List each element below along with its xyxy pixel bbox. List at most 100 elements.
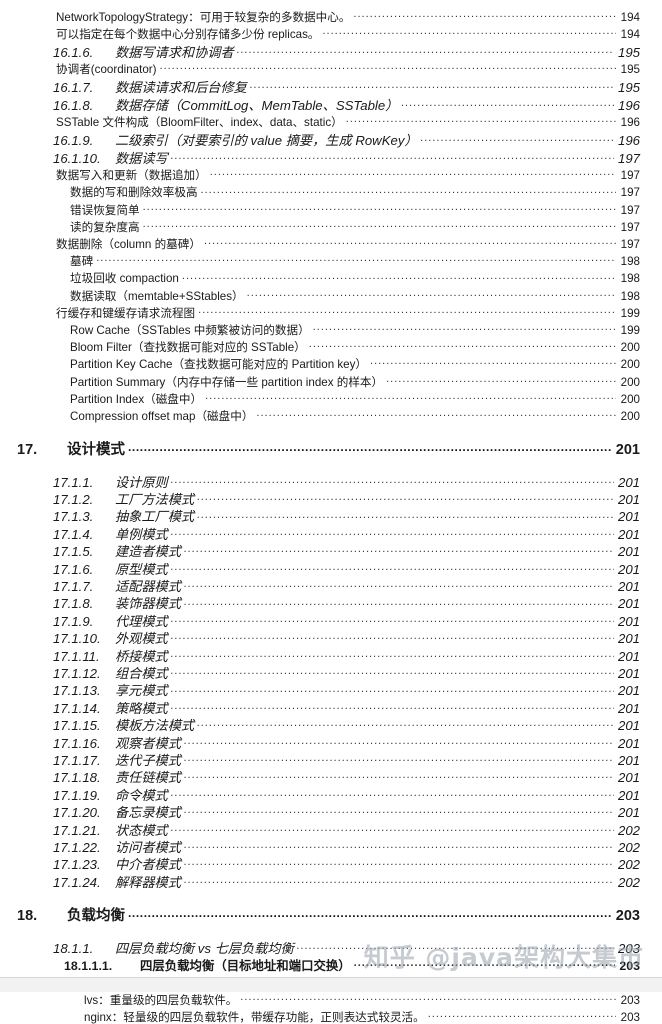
toc-entry[interactable]: 数据删除（column 的墓碑） 197	[0, 236, 662, 250]
toc-entry[interactable]: 17.1.3. 抽象工厂模式 201	[0, 508, 662, 524]
toc-entry[interactable]: 17.1.5. 建造者模式 201	[0, 543, 662, 558]
toc-entry-page-number: 200	[620, 375, 640, 389]
toc-entry[interactable]: 16.1.9. 二级索引（对要索引的 value 摘要，生成 RowKey） 196	[0, 132, 662, 147]
toc-entry-page-number: 201	[617, 561, 640, 577]
toc-entry[interactable]: Partition Key Cache（查找数据可能对应的 Partition …	[0, 357, 662, 371]
toc-entry[interactable]: 17.1.18. 责任链模式 201	[0, 769, 662, 784]
toc-entry[interactable]: 17.1.22. 访问者模式 202	[0, 839, 662, 854]
toc-entry[interactable]: 18.1.1.1. 四层负载均衡（目标地址和端口交换） 203	[0, 957, 662, 972]
dot-leader	[197, 491, 614, 504]
toc-entry[interactable]: 17.1.4. 单例模式 201	[0, 526, 662, 541]
toc-entry[interactable]: 16.1.7. 数据读请求和后台修复 195	[0, 79, 662, 94]
toc-entry[interactable]: 16.1.10. 数据读写 197	[0, 149, 662, 166]
toc-entry[interactable]: 18. 负载均衡 203	[0, 906, 662, 924]
toc-entry[interactable]: 协调者(coordinator) 195	[0, 62, 662, 76]
toc-entry-page-number: 201	[617, 805, 640, 821]
toc-entry[interactable]: 17.1.9. 代理模式 201	[0, 613, 662, 628]
toc-entry-label: 外观模式	[115, 631, 168, 647]
toc-entry[interactable]: 17.1.2. 工厂方法模式 201	[0, 491, 662, 506]
dot-leader	[184, 734, 614, 747]
toc-entry[interactable]: 17.1.15. 模板方法模式 201	[0, 717, 662, 732]
toc-entry-page-number: 201	[615, 442, 640, 459]
toc-entry[interactable]: SSTable 文件构成（BloomFilter、index、data、stat…	[0, 115, 662, 129]
toc-entry[interactable]: lvs：重量级的四层负载软件。 203	[0, 992, 662, 1006]
dot-leader	[428, 1009, 616, 1021]
toc-entry-page-number: 201	[617, 492, 640, 508]
dot-leader	[197, 717, 614, 730]
dot-leader	[171, 613, 614, 626]
toc-entry-label: 数据的写和删除效率极高	[70, 186, 198, 200]
toc-entry-label: Partition Key Cache（查找数据可能对应的 Partition …	[70, 358, 368, 372]
toc-entry-number: 17.1.9.	[53, 613, 94, 629]
toc-entry-label: 备忘录模式	[115, 805, 181, 821]
toc-entry[interactable]: Compression offset map（磁盘中） 200	[0, 408, 662, 422]
toc-entry[interactable]: 17.1.1. 设计原则 201	[0, 474, 662, 489]
dot-leader	[171, 647, 614, 660]
toc-entry-label: 代理模式	[115, 613, 168, 629]
toc-entry-label: 墓碑	[70, 255, 94, 269]
toc-entry[interactable]: 读的复杂度高 197	[0, 219, 662, 233]
toc-entry[interactable]: 墓碑 198	[0, 254, 662, 268]
toc-entry[interactable]: 17.1.17. 迭代子模式 201	[0, 752, 662, 767]
toc-entry[interactable]: Partition Summary（内存中存储一些 partition inde…	[0, 374, 662, 388]
toc-entry[interactable]: 行缓存和键缓存请求流程图 199	[0, 305, 662, 319]
toc-entry[interactable]: 垃圾回收 compaction 198	[0, 271, 662, 285]
dot-leader	[171, 787, 614, 800]
toc-entry[interactable]: 17.1.8. 装饰器模式 201	[0, 595, 662, 611]
toc-entry[interactable]: 17.1.12. 组合模式 201	[0, 665, 662, 680]
toc-entry[interactable]: 18.1.1. 四层负载均衡 vs 七层负载均衡 203	[0, 940, 662, 955]
toc-entry[interactable]: Row Cache（SSTables 中频繁被访问的数据） 199	[0, 322, 662, 336]
dot-leader	[354, 957, 615, 969]
toc-entry[interactable]: 17.1.7. 适配器模式 201	[0, 578, 662, 593]
toc-entry-page-number: 200	[620, 358, 640, 372]
toc-entry-number: 17.1.6.	[53, 561, 94, 577]
toc-entry-page-number: 195	[620, 63, 640, 77]
dot-leader	[160, 62, 616, 74]
toc-entry[interactable]: 17.1.19. 命令模式 201	[0, 787, 662, 802]
dot-leader	[197, 508, 614, 521]
toc-entry[interactable]: 17.1.11. 桥接模式 201	[0, 647, 662, 664]
toc-entry[interactable]: 17.1.20. 备忘录模式 201	[0, 804, 662, 819]
dot-leader	[184, 578, 614, 591]
dot-leader	[171, 630, 614, 643]
toc-entry-page-number: 201	[617, 718, 640, 734]
toc-entry[interactable]: 可以指定在每个数据中心分别存储多少份 replicas。 194	[0, 26, 662, 40]
toc-entry-label: 迭代子模式	[115, 752, 181, 768]
toc-entry[interactable]: nginx：轻量级的四层负载软件，带缓存功能，正则表达式较灵活。 203	[0, 1009, 662, 1023]
toc-entry[interactable]: 17.1.16. 观察者模式 201	[0, 734, 662, 750]
toc-entry-label: Compression offset map（磁盘中）	[70, 409, 254, 423]
toc-entry[interactable]: NetworkTopologyStrategy：可用于较复杂的多数据中心。 194	[0, 9, 662, 23]
toc-entry[interactable]: 数据读取（memtable+SStables） 198	[0, 288, 662, 302]
toc-entry[interactable]: 数据的写和删除效率极高 197	[0, 185, 662, 199]
toc-entry-page-number: 202	[617, 839, 640, 855]
dot-leader	[353, 9, 616, 21]
toc-entry-page-number: 196	[620, 116, 640, 130]
toc-entry-label: 中介者模式	[115, 857, 181, 873]
toc-entry[interactable]: Bloom Filter（查找数据可能对应的 SSTable） 200	[0, 340, 662, 354]
toc-entry[interactable]: 17.1.10. 外观模式 201	[0, 630, 662, 645]
toc-entry[interactable]: 17.1.21. 状态模式 202	[0, 821, 662, 837]
toc-entry-label: 数据读请求和后台修复	[115, 80, 247, 96]
toc-entry[interactable]: 16.1.8. 数据存储（CommitLog、MemTable、SSTable） 1…	[0, 96, 662, 112]
dot-leader	[143, 219, 616, 231]
toc-entry[interactable]: 16.1.6. 数据写请求和协调者 195	[0, 43, 662, 59]
dot-leader	[297, 940, 614, 953]
toc-entry-number: 17.1.7.	[53, 579, 94, 595]
toc-entry[interactable]: Partition Index（磁盘中） 200	[0, 391, 662, 405]
dot-leader	[171, 700, 614, 713]
toc-entry-label: 数据读取（memtable+SStables）	[70, 289, 244, 303]
toc-entry[interactable]: 17.1.23. 中介者模式 202	[0, 856, 662, 871]
toc-entry[interactable]: 17.1.6. 原型模式 201	[0, 560, 662, 577]
toc-entry[interactable]: 17.1.24. 解释器模式 202	[0, 874, 662, 889]
toc-entry-number: 16.1.7.	[53, 80, 94, 96]
toc-entry-label: 适配器模式	[115, 579, 181, 595]
toc-entry[interactable]: 数据写入和更新（数据追加） 197	[0, 168, 662, 182]
toc-entry[interactable]: 17.1.13. 享元模式 201	[0, 682, 662, 698]
toc-entry[interactable]: 17. 设计模式 201	[0, 440, 662, 458]
toc-entry[interactable]: 17.1.14. 策略模式 201	[0, 700, 662, 715]
toc-entry-label: 四层负载均衡（目标地址和端口交换）	[140, 958, 351, 973]
toc-entry[interactable]: 错误恢复简单 197	[0, 202, 662, 216]
toc-entry-number: 16.1.10.	[53, 150, 101, 166]
toc-entry-page-number: 201	[617, 648, 640, 664]
toc-entry-label: SSTable 文件构成（BloomFilter、index、data、stat…	[56, 116, 343, 130]
